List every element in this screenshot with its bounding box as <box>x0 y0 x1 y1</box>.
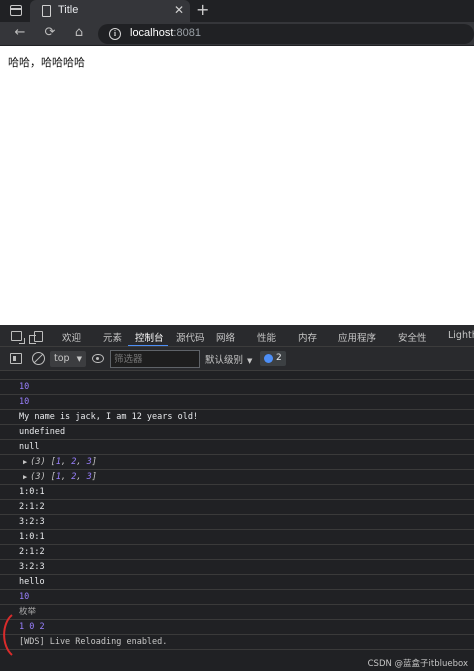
red-annotation-arc <box>3 614 13 656</box>
array-items: [1, 2, 3] <box>50 472 97 482</box>
issues-icon <box>264 354 273 363</box>
array-item: 1 <box>55 472 61 482</box>
tab-security[interactable]: 安全性 <box>398 330 427 344</box>
array-item: 3 <box>86 472 92 482</box>
tab-lighthouse[interactable]: Lighth <box>448 330 474 341</box>
tab-welcome[interactable]: 欢迎 <box>62 330 81 344</box>
log-level-selector[interactable]: 默认级别 ▼ <box>205 352 252 366</box>
tab-strip: Title ✕ + <box>0 0 474 22</box>
console-line: 2:1:2 <box>0 500 474 515</box>
expand-triangle-icon[interactable]: ▶ <box>23 458 27 466</box>
console-line: 2:1:2 <box>0 545 474 560</box>
array-item: 1 <box>55 457 61 467</box>
back-arrow-icon[interactable]: ← <box>12 25 28 41</box>
url-port: :8081 <box>173 27 201 39</box>
live-expression-eye-icon[interactable] <box>92 354 104 363</box>
device-toolbar-icon[interactable] <box>29 331 43 344</box>
filter-input[interactable] <box>110 350 200 368</box>
csdn-watermark: CSDN @蓝盒子itbluebox <box>367 659 468 669</box>
caret-down-icon: ▼ <box>76 355 82 363</box>
console-line-cut-off <box>0 371 474 380</box>
info-icon[interactable]: i <box>109 28 121 40</box>
console-array-line[interactable]: ▶ (3) [1, 2, 3] <box>0 470 474 485</box>
tab-console[interactable]: 控制台 <box>135 330 164 344</box>
issues-badge[interactable]: 2 <box>260 351 286 366</box>
console-line: [WDS] Live Reloading enabled. <box>0 635 474 650</box>
page-body-text: 哈哈，哈哈哈哈 <box>8 56 85 69</box>
array-items: [1, 2, 3] <box>50 457 97 467</box>
home-icon[interactable]: ⌂ <box>71 25 87 41</box>
array-item: 2 <box>71 457 77 467</box>
console-line: 10 <box>0 380 474 395</box>
expand-triangle-icon[interactable]: ▶ <box>23 473 27 481</box>
caret-down-icon: ▼ <box>247 357 253 365</box>
console-line: undefined <box>0 425 474 440</box>
address-bar[interactable]: i localhost:8081 <box>98 24 474 44</box>
tab-application[interactable]: 应用程序 <box>338 330 376 344</box>
console-line: null <box>0 440 474 455</box>
array-item: 2 <box>71 472 77 482</box>
page-icon <box>42 5 51 17</box>
console-line: My name is jack, I am 12 years old! <box>0 410 474 425</box>
console-array-line[interactable]: ▶ (3) [1, 2, 3] <box>0 455 474 470</box>
tab-performance[interactable]: 性能 <box>257 330 276 344</box>
reload-icon[interactable]: ⟳ <box>42 25 58 41</box>
devtools-panel: 欢迎 元素 控制台 源代码 网络 性能 内存 应用程序 安全性 Lighth t… <box>0 325 474 671</box>
console-line: 3:2:3 <box>0 560 474 575</box>
url-host: localhost <box>130 27 174 39</box>
devtools-tab-bar: 欢迎 元素 控制台 源代码 网络 性能 内存 应用程序 安全性 Lighth <box>0 325 474 347</box>
console-line: hello <box>0 575 474 590</box>
tab-title: Title <box>58 4 79 16</box>
console-line: 1:0:1 <box>0 485 474 500</box>
tab-network[interactable]: 网络 <box>216 330 235 344</box>
inspect-element-icon[interactable] <box>11 331 25 344</box>
window-menu-icon[interactable] <box>10 5 22 16</box>
close-icon[interactable]: ✕ <box>174 3 184 17</box>
tab-elements[interactable]: 元素 <box>103 330 122 344</box>
console-output: 10 10 My name is jack, I am 12 years old! u… <box>0 371 474 671</box>
console-line: 1 0 2 <box>0 620 474 635</box>
url-text: localhost:8081 <box>130 27 201 39</box>
console-line: 10 <box>0 395 474 410</box>
context-value: top <box>54 353 70 364</box>
tab-sources[interactable]: 源代码 <box>176 330 205 344</box>
console-line: 枚举 <box>0 605 474 620</box>
browser-toolbar: ← ⟳ ⌂ i localhost:8081 <box>0 22 474 46</box>
array-length: (3) <box>30 472 46 482</box>
log-level-value: 默认级别 <box>205 355 244 366</box>
console-sidebar-icon[interactable] <box>10 353 22 364</box>
new-tab-button[interactable]: + <box>196 1 209 19</box>
console-line: 3:2:3 <box>0 515 474 530</box>
context-selector[interactable]: top ▼ <box>50 351 86 367</box>
tab-memory[interactable]: 内存 <box>298 330 317 344</box>
console-line: 1:0:1 <box>0 530 474 545</box>
browser-tab[interactable]: Title ✕ <box>30 0 190 22</box>
console-line: 10 <box>0 590 474 605</box>
issues-count: 2 <box>276 353 282 363</box>
array-length: (3) <box>30 457 46 467</box>
array-item: 3 <box>86 457 92 467</box>
console-toolbar: top ▼ 默认级别▼ 2 <box>0 347 474 371</box>
clear-console-icon[interactable] <box>32 352 45 365</box>
